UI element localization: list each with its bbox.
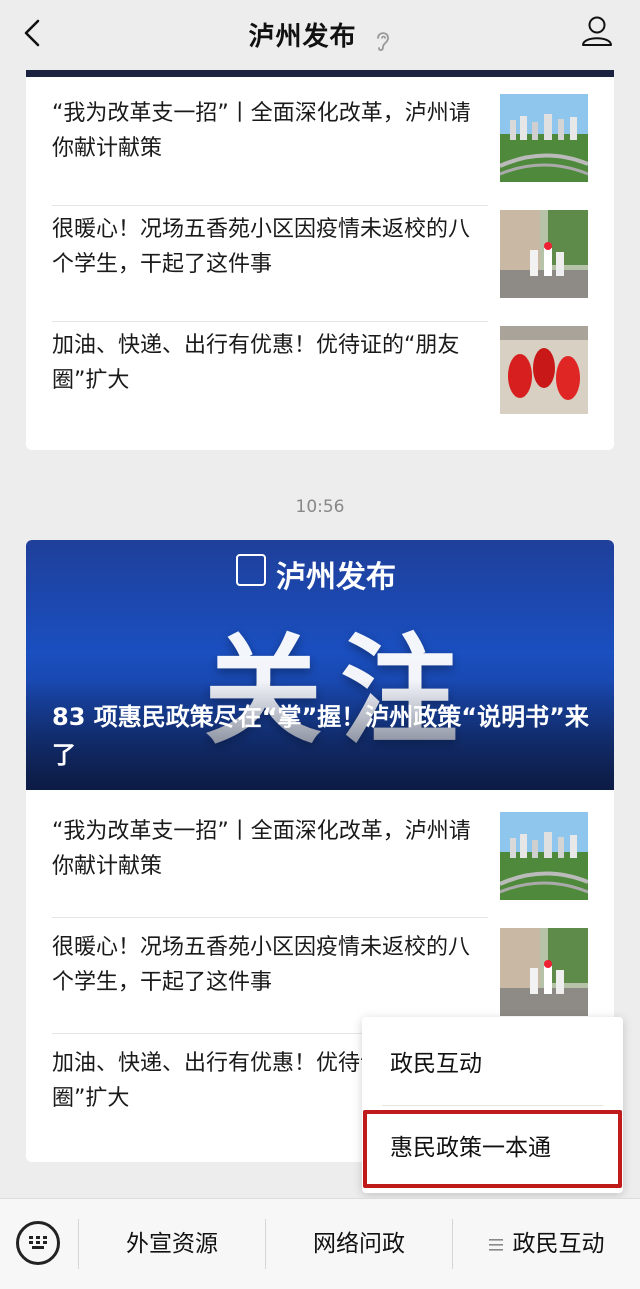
thumbnail-city bbox=[500, 812, 588, 900]
list-item[interactable]: 加油、快递、出行有优惠！优待证的“朋友圈”扩大 bbox=[26, 310, 614, 426]
profile-icon[interactable] bbox=[580, 14, 614, 48]
menu-online-inquiry[interactable]: 网络问政 bbox=[266, 1199, 452, 1289]
highlight-box bbox=[363, 1110, 622, 1188]
thumbnail-city bbox=[500, 94, 588, 182]
thumbnail-street bbox=[500, 928, 588, 1016]
article-title[interactable]: “我为改革支一招”丨全面深化改革，泸州请你献计献策 bbox=[52, 96, 484, 166]
submenu-item-interaction[interactable]: 政民互动 bbox=[362, 1025, 623, 1103]
banner-headline[interactable]: 83 项惠民政策尽在“掌”握！泸州政策“说明书”来了 bbox=[52, 698, 592, 774]
article-title[interactable]: “我为改革支一招”丨全面深化改革，泸州请你献计献策 bbox=[52, 814, 484, 884]
divider bbox=[382, 1105, 603, 1106]
article-title[interactable]: 加油、快递、出行有优惠！优待证的“朋友圈”扩大 bbox=[52, 328, 484, 398]
nav-header: 泸州发布 bbox=[0, 0, 640, 70]
brand-seal-icon bbox=[236, 554, 266, 586]
article-title[interactable]: 很暖心！况场五香苑小区因疫情未返校的八个学生，干起了这件事 bbox=[52, 212, 484, 282]
message-timestamp: 10:56 bbox=[295, 497, 345, 517]
menu-gov-interaction-label: 政民互动 bbox=[512, 1231, 605, 1257]
thumbnail-festive bbox=[500, 326, 588, 414]
menu-gov-interaction[interactable]: 政民互动 bbox=[453, 1199, 640, 1289]
article-title[interactable]: 很暖心！况场五香苑小区因疫情未返校的八个学生，干起了这件事 bbox=[52, 930, 484, 1000]
thumbnail-street bbox=[500, 210, 588, 298]
bottom-menu-bar: 外宣资源 网络问政 政民互动 bbox=[0, 1198, 640, 1289]
list-item[interactable]: 很暖心！况场五香苑小区因疫情未返校的八个学生，干起了这件事 bbox=[26, 194, 614, 310]
page-title: 泸州发布 bbox=[248, 22, 357, 52]
submenu-lines-icon bbox=[488, 1238, 503, 1251]
card-top-banner-edge bbox=[26, 70, 614, 77]
ear-icon[interactable] bbox=[374, 28, 392, 54]
keyboard-toggle-button[interactable] bbox=[16, 1221, 60, 1265]
keyboard-icon bbox=[29, 1236, 47, 1249]
menu-external-resources[interactable]: 外宣资源 bbox=[79, 1199, 265, 1289]
list-item[interactable]: “我为改革支一招”丨全面深化改革，泸州请你献计献策 bbox=[26, 796, 614, 912]
banner-brand: 泸州发布 bbox=[276, 560, 396, 595]
list-item[interactable]: 很暖心！况场五香苑小区因疫情未返校的八个学生，干起了这件事 bbox=[26, 912, 614, 1028]
banner-article[interactable]: 关注 泸州发布 83 项惠民政策尽在“掌”握！泸州政策“说明书”来了 bbox=[26, 540, 614, 790]
article-card-1: “我为改革支一招”丨全面深化改革，泸州请你献计献策 很暖心！况场五香苑小区因疫情… bbox=[26, 70, 614, 450]
list-item[interactable]: “我为改革支一招”丨全面深化改革，泸州请你献计献策 bbox=[26, 78, 614, 194]
